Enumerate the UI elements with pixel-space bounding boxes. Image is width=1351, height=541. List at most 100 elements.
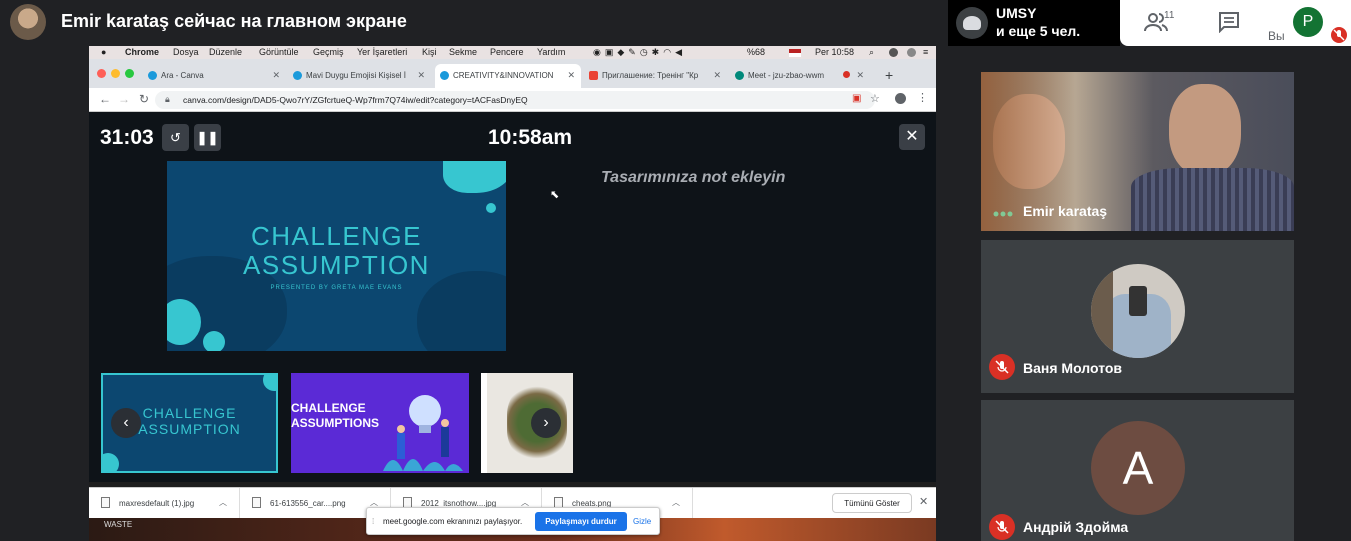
tab-title: Приглашение: Тренінг "Кр: [602, 71, 699, 80]
menu-item-chrome[interactable]: Chrome: [125, 47, 159, 57]
thumbs-next-button[interactable]: ›: [531, 408, 561, 438]
chat-icon[interactable]: [1218, 11, 1240, 34]
close-downloads-icon[interactable]: ✕: [919, 495, 928, 508]
slide-decor-shape: [103, 453, 119, 471]
url-field[interactable]: 🔒︎ canva.com/design/DAD5-Qwo7rY/ZGfcrtue…: [155, 91, 875, 109]
window-close-button[interactable]: [97, 69, 106, 78]
slide-subtitle: PRESENTED BY GRETA MAE EVANS: [270, 285, 403, 291]
shared-screen: ● Chrome Dosya Düzenle Görüntüle Geçmiş …: [89, 46, 936, 541]
presentation-timer: 31:03: [100, 126, 154, 149]
slide-thumbnail-2[interactable]: CHALLENGE ASSUMPTIONS: [291, 373, 469, 473]
tab-close-icon[interactable]: ✕: [856, 70, 864, 81]
menu-item-help[interactable]: Yardım: [537, 47, 565, 57]
thumb-title-line1: CHALLENGE: [291, 401, 366, 415]
file-icon: [252, 497, 261, 508]
show-all-downloads-button[interactable]: Tümünü Göster: [832, 493, 912, 513]
slide-decor-dot: [203, 331, 225, 351]
new-tab-button[interactable]: +: [885, 67, 893, 83]
slide-decor-shape: [417, 271, 506, 351]
tab-close-icon[interactable]: ✕: [567, 70, 575, 81]
system-clock: Per 10:58: [815, 47, 855, 57]
participant-video-face: [1169, 84, 1241, 176]
file-icon: [101, 497, 110, 508]
flag-icon: [789, 49, 801, 57]
participant-tile[interactable]: Ваня Молотов: [981, 240, 1294, 393]
mic-off-icon: [989, 354, 1015, 380]
tab-close-icon[interactable]: ✕: [713, 70, 721, 81]
avatar: A: [1091, 421, 1185, 515]
forward-icon[interactable]: →: [118, 92, 130, 106]
current-slide: CHALLENGE ASSUMPTION PRESENTED BY GRETA …: [167, 161, 506, 351]
hide-share-bar-button[interactable]: Gizle: [633, 517, 651, 526]
menu-item-window[interactable]: Pencere: [490, 47, 524, 57]
browser-tab[interactable]: Mavi Duygu Emojisi Kişisel İ ✕: [288, 64, 431, 88]
canva-favicon-icon: [440, 71, 449, 80]
menu-item-edit[interactable]: Düzenle: [209, 47, 242, 57]
screen-share-bar: ⁞ meet.google.com ekranınızı paylaşıyor.…: [366, 507, 660, 535]
stop-sharing-button[interactable]: Paylaşmayı durdur: [535, 512, 627, 531]
notes-placeholder[interactable]: Tasarımınıza not ekleyin: [601, 169, 785, 187]
close-icon: ✕: [905, 128, 919, 145]
window-zoom-button[interactable]: [125, 69, 134, 78]
browser-tab[interactable]: Meet - jzu-zbao-wwm ✕: [730, 64, 870, 88]
chrome-address-bar: ← → ↻ 🔒︎ canva.com/design/DAD5-Qwo7rY/ZG…: [89, 88, 936, 112]
speaking-indicator-icon: [993, 205, 1013, 223]
browser-tab[interactable]: Ara - Canva ✕: [143, 64, 286, 88]
window-minimize-button[interactable]: [111, 69, 120, 78]
menu-item-people[interactable]: Kişi: [422, 47, 437, 57]
self-label: Вы: [1268, 29, 1285, 43]
chevron-up-icon[interactable]: ︿: [672, 497, 680, 508]
mouse-cursor-icon: ⬉: [550, 189, 560, 201]
avatar: [1091, 264, 1185, 358]
siri-icon[interactable]: [889, 48, 898, 57]
browser-tab[interactable]: Приглашение: Тренінг "Кр ✕: [584, 64, 727, 88]
pause-timer-button[interactable]: ❚❚: [194, 124, 221, 151]
desktop-label: WASTE: [104, 520, 133, 529]
tab-close-icon[interactable]: ✕: [272, 70, 280, 81]
chevron-right-icon: ›: [543, 414, 549, 431]
bookmark-star-icon[interactable]: ☆: [870, 92, 880, 105]
notification-icon[interactable]: ≡: [923, 47, 928, 57]
tab-close-icon[interactable]: ✕: [417, 70, 425, 81]
pinned-participant-name: UMSY: [996, 5, 1037, 21]
menu-item-tab[interactable]: Sekme: [449, 47, 477, 57]
recording-dot-icon: [843, 71, 850, 78]
battery-percent: %68: [747, 47, 766, 57]
browser-tab-active[interactable]: CREATIVITY&INNOVATION ✕: [435, 64, 581, 88]
tab-title: Mavi Duygu Emojisi Kişisel İ: [306, 71, 407, 80]
menu-item-file[interactable]: Dosya: [173, 47, 199, 57]
reload-icon[interactable]: ↻: [139, 92, 149, 106]
avatar-phone: [1129, 286, 1147, 316]
participant-name: Андрій Здойма: [1023, 519, 1129, 535]
presenter-banner: Emir karataş сейчас на главном экране: [61, 11, 407, 31]
menu-item-history[interactable]: Geçmiş: [313, 47, 344, 57]
user-icon[interactable]: [907, 48, 916, 57]
pause-icon: ❚❚: [196, 130, 219, 145]
back-icon[interactable]: ←: [99, 92, 111, 106]
spotlight-icon[interactable]: ⌕: [869, 47, 874, 58]
blocked-popup-icon[interactable]: ▣: [852, 93, 861, 104]
meet-favicon-icon: [735, 71, 744, 80]
download-item[interactable]: maxresdefault (1).jpg ︿: [89, 488, 240, 519]
self-avatar[interactable]: P: [1293, 7, 1323, 37]
pinned-participant-avatar: [956, 7, 988, 39]
people-count-badge: 11: [1164, 10, 1175, 21]
thumb-edge: [481, 373, 487, 473]
download-filename: maxresdefault (1).jpg: [119, 499, 195, 508]
reset-timer-button[interactable]: ↺: [162, 124, 189, 151]
slide-decor-shape: [263, 375, 276, 391]
menu-item-bookmarks[interactable]: Yer İşaretleri: [357, 47, 407, 57]
menu-item-view[interactable]: Görüntüle: [259, 47, 299, 57]
participant-tile[interactable]: A Андрій Здойма: [981, 400, 1294, 541]
drag-handle-icon[interactable]: ⁞: [372, 517, 374, 526]
slide-title-line2: ASSUMPTION: [243, 250, 430, 280]
chrome-menu-icon[interactable]: ⋮: [917, 91, 928, 104]
participant-name: Emir karataş: [1023, 203, 1108, 219]
thumbs-prev-button[interactable]: ‹: [111, 408, 141, 438]
slide-decor-shape: [443, 161, 506, 193]
profile-icon[interactable]: [895, 93, 906, 104]
participant-tile[interactable]: Emir karataş: [981, 72, 1294, 231]
close-presenter-button[interactable]: ✕: [899, 124, 925, 150]
chevron-up-icon[interactable]: ︿: [219, 497, 227, 508]
lock-icon: 🔒︎: [165, 94, 170, 104]
